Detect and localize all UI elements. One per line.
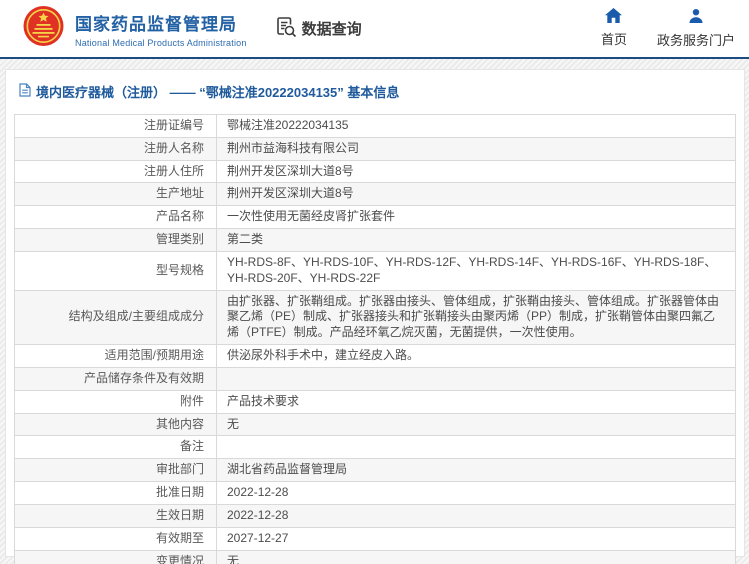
row-value: YH-RDS-8F、YH-RDS-10F、YH-RDS-12F、YH-RDS-1… [227,254,717,285]
table-row: 注册人住所 荆州开发区深圳大道8号 [14,159,736,184]
table-row: 管理类别 第二类 [14,228,736,252]
nav-home-label: 首页 [600,32,627,47]
table-row: 注册人名称 荆州市益海科技有限公司 [14,136,736,161]
row-label: 审批部门 [14,458,217,483]
row-value-cell: 第二类 [216,228,736,252]
table-row: 备注 [14,435,736,460]
national-emblem-icon [22,4,65,54]
brand: 国家药品监督管理局 National Medical Products Admi… [22,4,247,54]
nav-home[interactable]: 首页 [601,8,627,49]
table-row: 附件 产品技术要求 [14,389,736,414]
registration-info-table: 注册证编号 鄂械注准20222034135 注册人名称 荆州市益海科技有限公司 注册人住… [14,114,736,564]
row-value-cell: 2022-12-28 [216,481,736,505]
row-label: 结构及组成/主要组成成分 [14,289,217,346]
row-label: 生产地址 [14,182,217,207]
table-row: 批准日期 2022-12-28 [14,481,736,505]
row-value-cell: 2027-12-27 [216,526,736,551]
row-value-cell: 由扩张器、扩张鞘组成。扩张器由接头、管体组成，扩张鞘由接头、管体组成。扩张器管体… [216,289,736,346]
site-header: 国家药品监督管理局 National Medical Products Admi… [0,0,749,57]
table-row: 其他内容无 [14,412,736,437]
row-value: 鄂械注准20222034135 [227,118,349,132]
data-query-label: 数据查询 [301,21,362,38]
table-row: 生产地址 荆州开发区深圳大道8号 [14,182,736,207]
breadcrumb-text: 境内医疗器械（注册） —— “鄂械注准20222034135” 基本信息 [36,85,400,100]
row-value-cell [216,366,736,391]
table-row: 生效日期 2022-12-28 [14,503,736,528]
row-label: 注册人名称 [14,136,217,161]
row-value-cell [216,435,736,460]
brand-title-en: National Medical Products Administration [75,37,247,48]
row-value-cell: 无 [216,412,736,437]
row-value: 产品技术要求 [227,393,300,408]
home-icon [605,8,623,26]
row-value: 无 [227,416,240,431]
document-icon [19,83,31,100]
row-value: 2022-12-28 [227,485,289,500]
row-label: 产品储存条件及有效期 [14,366,217,391]
table-row: 型号规格 YH-RDS-8F、YH-RDS-10F、YH-RDS-12F、YH-R… [14,250,736,291]
page-background: 境内医疗器械（注册） —— “鄂械注准20222034135” 基本信息 注册证… [0,59,749,564]
table-row: 产品名称 一次性使用无菌经皮肾扩张套件 [14,205,736,230]
row-value-cell: 2022-12-28 [216,503,736,528]
data-query-tab[interactable]: 数据查询 [275,16,362,42]
nav-gov-portal[interactable]: 政务服务门户 [657,8,735,49]
row-value: 一次性使用无菌经皮肾扩张套件 [227,209,396,224]
row-value: 由扩张器、扩张鞘组成。扩张器由接头、管体组成，扩张鞘由接头、管体组成。扩张器管体… [227,293,720,340]
row-value-cell: 产品技术要求 [216,389,736,414]
row-value-cell: 荆州开发区深圳大道8号 [216,159,736,184]
table-row: 结构及组成/主要组成成分 由扩张器、扩张鞘组成。扩张器由接头、管体组成，扩张鞘由接… [14,289,736,346]
breadcrumb: 境内医疗器械（注册） —— “鄂械注准20222034135” 基本信息 [19,82,744,101]
nav-gov-portal-label: 政务服务门户 [656,33,735,48]
row-value-cell: YH-RDS-8F、YH-RDS-10F、YH-RDS-12F、YH-RDS-1… [216,250,736,291]
row-value-cell: 荆州开发区深圳大道8号 [216,182,736,207]
row-value-cell: 湖北省药品监督管理局 [216,458,736,483]
row-label: 附件 [14,389,217,414]
brand-title-cn: 国家药品监督管理局 [75,14,237,34]
row-value: 2022-12-28 [227,507,289,522]
row-value: 湖北省药品监督管理局 [227,462,348,477]
brand-titles: 国家药品监督管理局 National Medical Products Admi… [75,10,247,48]
row-value-cell: 一次性使用无菌经皮肾扩张套件 [216,205,736,230]
row-value-cell: 无 [216,549,736,564]
row-value: 荆州开发区深圳大道8号 [227,186,354,201]
table-row: 注册证编号 鄂械注准20222034135 [14,114,736,138]
row-label: 变更情况 [14,549,217,564]
table-row: 适用范围/预期用途 供泌尿外科手术中，建立经皮入路。 [14,344,736,368]
row-label: 产品名称 [14,205,217,230]
row-label: 适用范围/预期用途 [14,344,217,368]
table-row: 审批部门 湖北省药品监督管理局 [14,458,736,483]
table-row: 变更情况无 [14,549,736,564]
row-label: 其他内容 [14,412,217,437]
data-query-icon [275,16,297,42]
row-value: 第二类 [227,232,264,247]
user-icon [688,8,704,27]
row-label: 注册证编号 [14,114,217,138]
table-row: 有效期至 2027-12-27 [14,526,736,551]
top-nav: 首页 政务服务门户 [601,8,735,49]
row-label: 型号规格 [14,250,217,291]
table-row: 产品储存条件及有效期 [14,366,736,391]
row-value-cell: 鄂械注准20222034135 [216,114,736,138]
row-value-cell: 供泌尿外科手术中，建立经皮入路。 [216,344,736,368]
row-value: 无 [227,553,240,564]
row-label: 有效期至 [14,526,217,551]
row-label: 管理类别 [14,228,217,252]
row-label: 注册人住所 [14,159,217,184]
row-label: 批准日期 [14,481,217,505]
row-value: 荆州开发区深圳大道8号 [227,163,354,178]
row-value: 供泌尿外科手术中，建立经皮入路。 [227,348,420,363]
row-value-cell: 荆州市益海科技有限公司 [216,136,736,161]
content-panel: 境内医疗器械（注册） —— “鄂械注准20222034135” 基本信息 注册证… [5,69,745,564]
row-label: 备注 [14,435,217,460]
row-label: 生效日期 [14,503,217,528]
row-value: 荆州市益海科技有限公司 [227,140,360,155]
row-value: 2027-12-27 [227,530,289,545]
